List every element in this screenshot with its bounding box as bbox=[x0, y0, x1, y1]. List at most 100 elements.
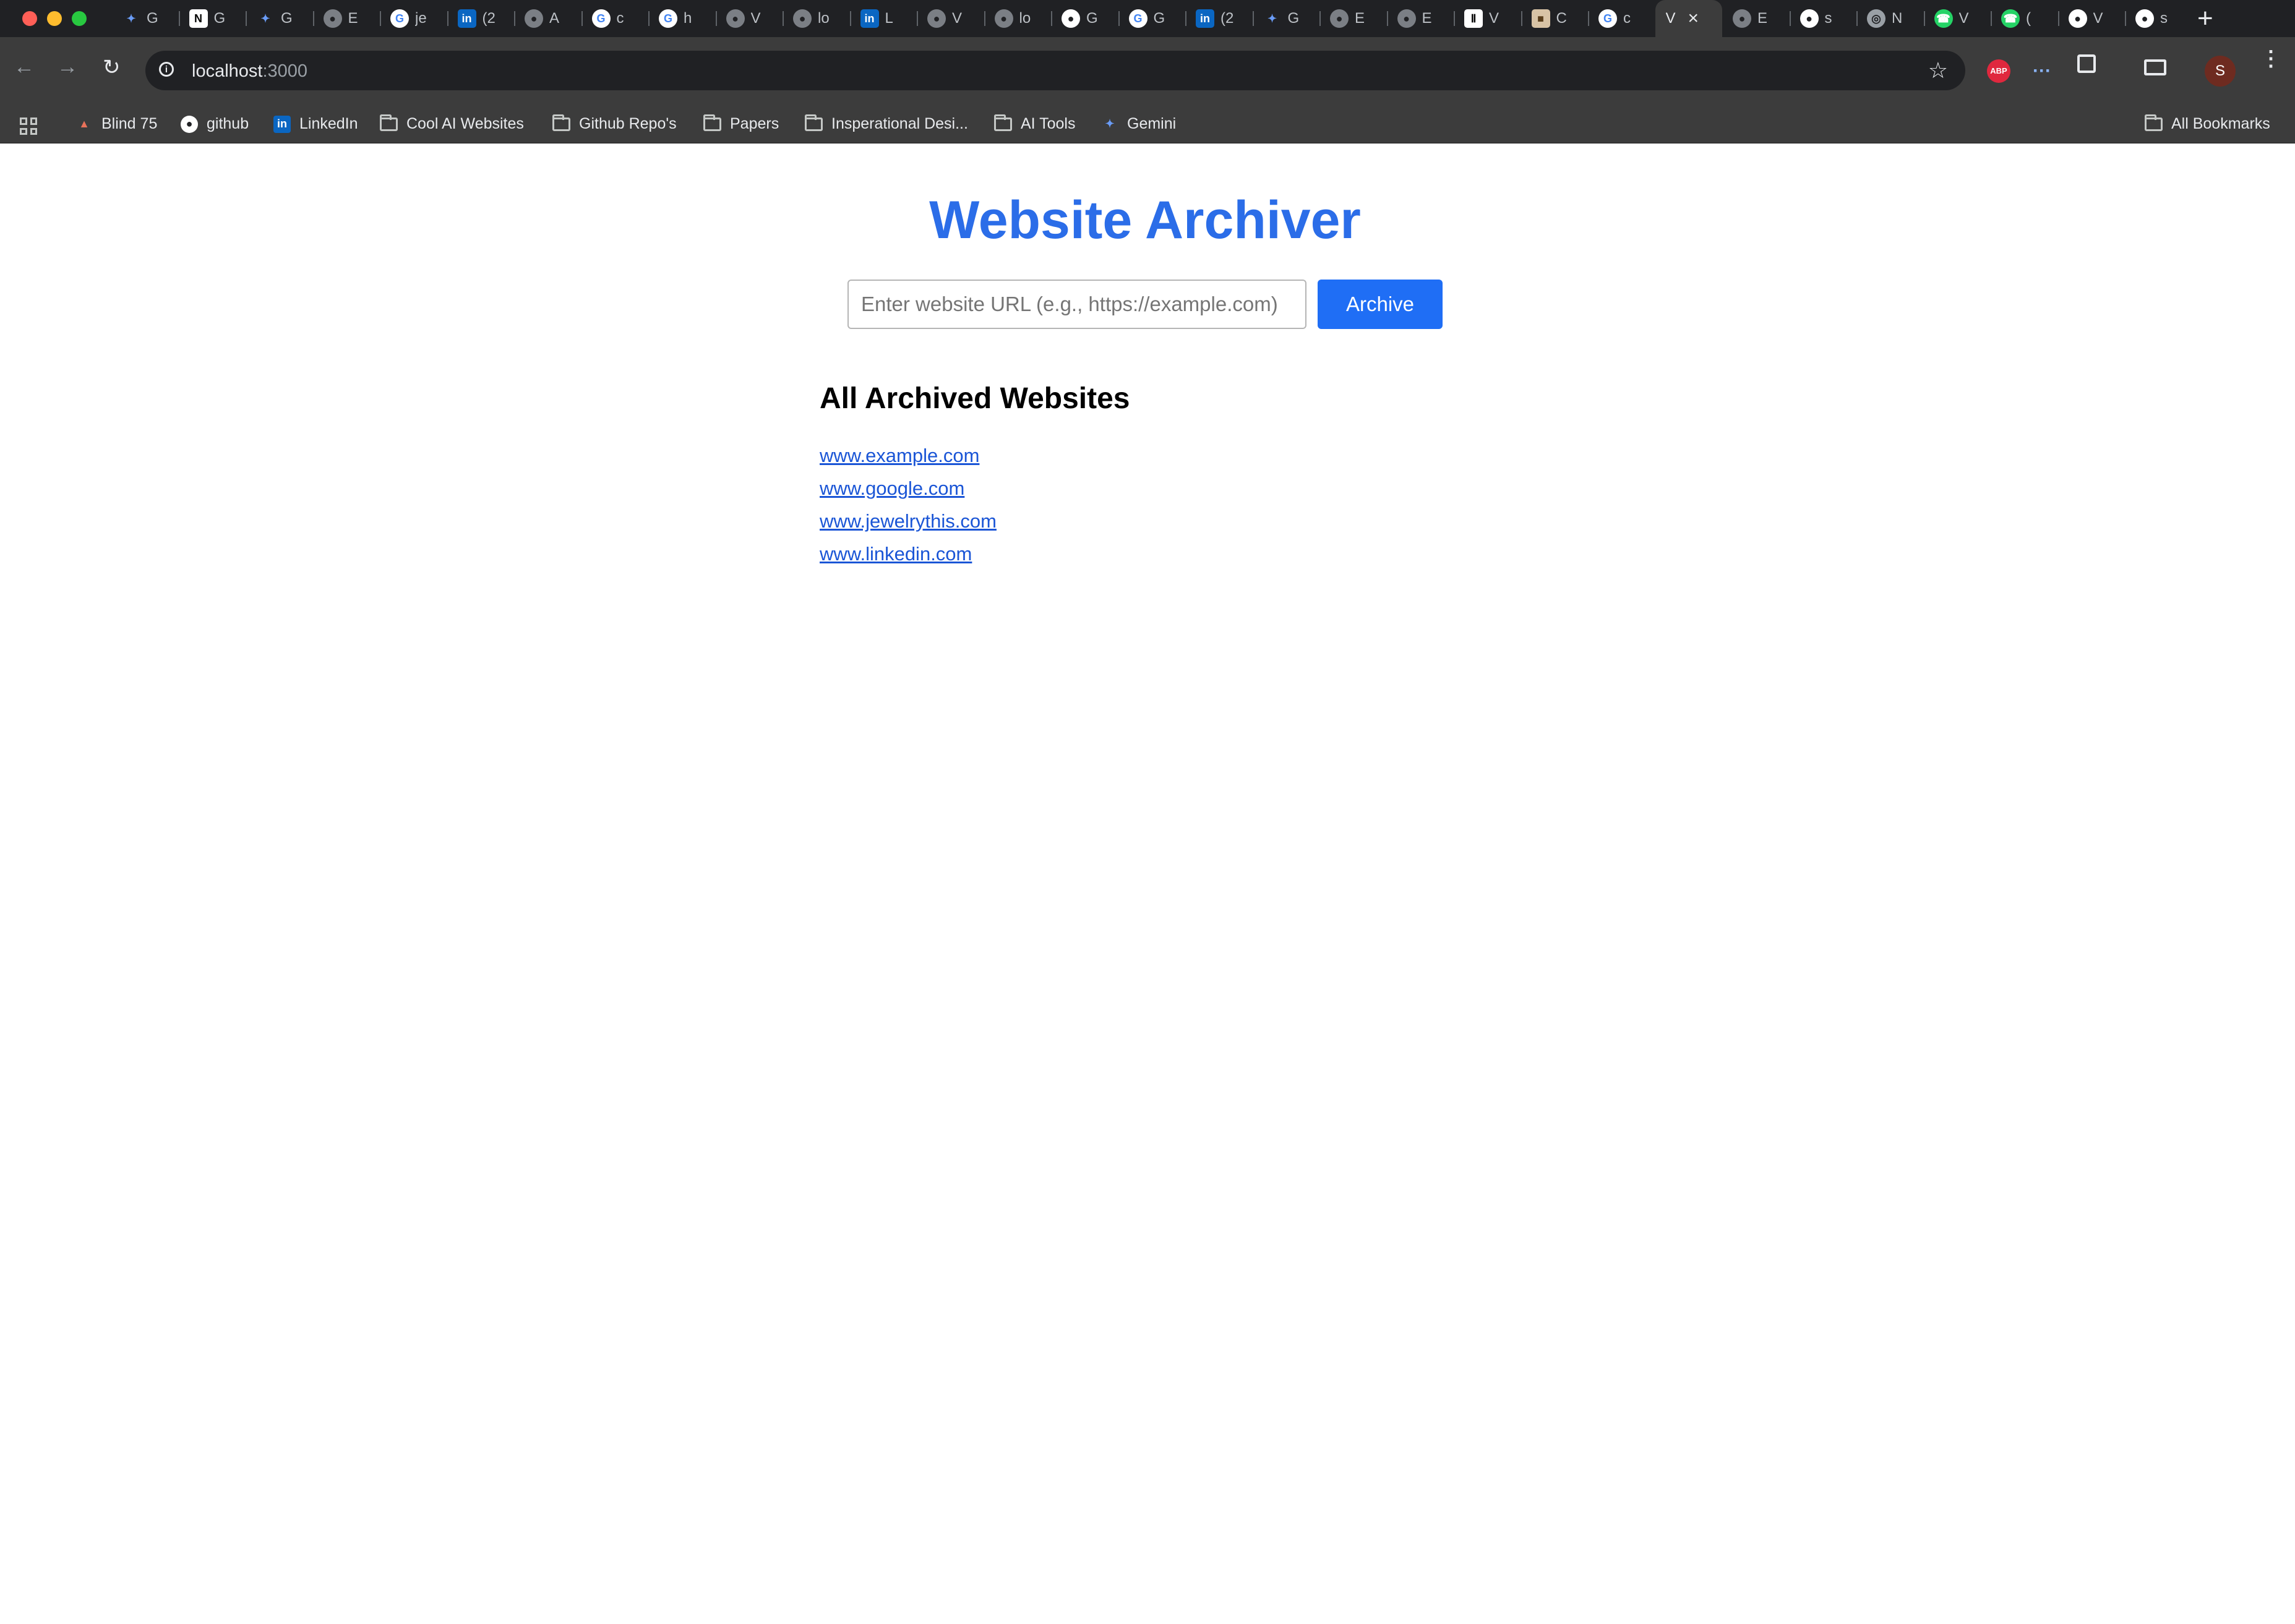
list-item: www.example.com bbox=[820, 439, 997, 472]
linkedin-icon: in bbox=[860, 9, 879, 28]
browser-tab[interactable]: ✦ G bbox=[111, 0, 179, 37]
tab-title: N bbox=[1892, 10, 1903, 27]
new-tab-button[interactable]: + bbox=[2197, 3, 2213, 34]
tab-title: h bbox=[684, 10, 692, 27]
bookmark-item[interactable]: ✦ Gemini bbox=[1101, 105, 1176, 143]
url-input[interactable] bbox=[847, 280, 1306, 329]
google-icon: G bbox=[659, 9, 677, 28]
site-info-icon[interactable]: i bbox=[159, 62, 174, 77]
browser-tab[interactable]: Gc bbox=[1588, 0, 1655, 37]
browser-tab[interactable]: ⅡV bbox=[1454, 0, 1521, 37]
tab-title: L bbox=[885, 10, 893, 27]
forward-button[interactable]: → bbox=[57, 55, 78, 79]
browser-tab[interactable]: ● s bbox=[2125, 0, 2192, 37]
browser-tab[interactable]: ● V bbox=[917, 0, 984, 37]
browser-tab[interactable]: ● E bbox=[312, 0, 380, 37]
profile-avatar[interactable]: S bbox=[2205, 56, 2236, 87]
browser-tab[interactable]: ● E bbox=[1386, 0, 1454, 37]
minimize-window-button[interactable] bbox=[47, 11, 62, 26]
apps-grid-icon[interactable] bbox=[20, 118, 37, 135]
browser-tab[interactable]: ● s bbox=[1789, 0, 1857, 37]
reload-button[interactable]: ↻ bbox=[103, 55, 121, 80]
close-window-button[interactable] bbox=[22, 11, 37, 26]
globe-icon: ● bbox=[323, 9, 342, 28]
bookmark-label: Cool AI Websites bbox=[406, 115, 524, 132]
tab-strip: ✦ G N G ✦ G ● E Gje in (2 ● A Gc Gh ● V ● lo in L ● V ● lo ● G G Gin… bbox=[0, 0, 2295, 37]
archived-site-link[interactable]: www.example.com bbox=[820, 445, 979, 466]
browser-tab[interactable]: ◎ N bbox=[1856, 0, 1924, 37]
tab-title: V bbox=[1665, 10, 1676, 27]
extensions-puzzle-icon[interactable] bbox=[2077, 54, 2096, 73]
linkedin-icon: in bbox=[273, 115, 291, 133]
all-bookmarks-button[interactable]: All Bookmarks bbox=[2145, 105, 2270, 143]
tab-title: (2 bbox=[1220, 10, 1234, 27]
bookmark-item[interactable]: Cool AI Websites bbox=[380, 105, 524, 143]
google-icon: G bbox=[1128, 9, 1148, 28]
adblock-icon[interactable]: ABP bbox=[1987, 59, 2010, 83]
browser-tab[interactable]: ● lo bbox=[783, 0, 850, 37]
archived-sites-list: www.example.com www.google.com www.jewelry… bbox=[820, 439, 997, 570]
bookmark-label: Insperational Desi... bbox=[831, 115, 968, 132]
browser-tab[interactable]: NG bbox=[178, 0, 246, 37]
bookmark-item[interactable]: ● github bbox=[181, 105, 249, 143]
browser-tab[interactable]: ● V bbox=[2057, 0, 2126, 37]
bookmark-item[interactable]: ▲ Blind 75 bbox=[75, 105, 157, 143]
browser-tab[interactable]: ● G bbox=[1051, 0, 1118, 37]
url-host: localhost bbox=[192, 61, 263, 81]
browser-tab[interactable]: ☎ V bbox=[1923, 0, 1991, 37]
google-icon: G bbox=[1598, 9, 1617, 28]
back-button[interactable]: ← bbox=[14, 55, 35, 79]
tab-title: s bbox=[1824, 10, 1832, 27]
tab-title: lo bbox=[818, 10, 830, 27]
browser-tab[interactable]: Gh bbox=[648, 0, 716, 37]
bookmark-item[interactable]: Papers bbox=[703, 105, 779, 143]
bookmark-item[interactable]: Insperational Desi... bbox=[805, 105, 968, 143]
browser-tab[interactable]: Gc bbox=[581, 0, 649, 37]
tab-title: E bbox=[1757, 10, 1768, 27]
bookmark-item[interactable]: Github Repo's bbox=[552, 105, 677, 143]
globe-icon: ● bbox=[1397, 9, 1416, 28]
archived-site-link[interactable]: www.jewelrythis.com bbox=[820, 510, 997, 532]
browser-tab[interactable]: ● E bbox=[1319, 0, 1387, 37]
tab-title: c bbox=[616, 10, 624, 27]
globe-icon: ● bbox=[994, 9, 1013, 28]
bookmark-label: Papers bbox=[730, 115, 779, 132]
browser-tab[interactable]: ● V bbox=[715, 0, 783, 37]
archived-site-link[interactable]: www.google.com bbox=[820, 477, 964, 499]
archived-site-link[interactable]: www.linkedin.com bbox=[820, 543, 972, 565]
browser-tab[interactable]: GG bbox=[1118, 0, 1186, 37]
browser-tab[interactable]: ● A bbox=[514, 0, 581, 37]
browser-tab[interactable]: ■ C bbox=[1521, 0, 1589, 37]
folder-icon bbox=[2145, 114, 2163, 131]
browser-tab[interactable]: in (2 bbox=[447, 0, 515, 37]
bookmark-item[interactable]: AI Tools bbox=[994, 105, 1075, 143]
github-icon: ● bbox=[2135, 9, 2154, 28]
archived-list-heading: All Archived Websites bbox=[820, 382, 1130, 415]
tab-title: V bbox=[952, 10, 963, 27]
tab-title: c bbox=[1623, 10, 1631, 27]
tab-search-icon[interactable] bbox=[2144, 59, 2166, 75]
zoom-window-button[interactable] bbox=[72, 11, 87, 26]
bookmark-star-icon[interactable]: ☆ bbox=[1928, 58, 1948, 83]
browser-tab[interactable]: ● E bbox=[1722, 0, 1790, 37]
browser-tab[interactable]: ● lo bbox=[984, 0, 1052, 37]
browser-tab[interactable]: ✦ G bbox=[246, 0, 313, 37]
github-icon: ● bbox=[181, 115, 198, 133]
browser-tab[interactable]: Gje bbox=[380, 0, 447, 37]
extension-more-icon[interactable]: ··· bbox=[2033, 61, 2051, 82]
bookmark-item[interactable]: in LinkedIn bbox=[273, 105, 358, 143]
browser-tab[interactable]: in (2 bbox=[1185, 0, 1253, 37]
chrome-icon: ◎ bbox=[1867, 9, 1885, 28]
archive-button[interactable]: Archive bbox=[1318, 280, 1443, 329]
menu-kebab-icon[interactable]: ⋮ bbox=[2260, 48, 2281, 69]
browser-tab[interactable]: ☎( bbox=[1991, 0, 2058, 37]
address-bar[interactable]: i localhost:3000 ☆ bbox=[145, 51, 1965, 90]
active-tab[interactable]: V × bbox=[1655, 0, 1722, 37]
notion-icon: N bbox=[189, 9, 208, 28]
browser-tab[interactable]: ✦ G bbox=[1252, 0, 1320, 37]
folder-icon bbox=[805, 114, 823, 131]
close-tab-icon[interactable]: × bbox=[1688, 8, 1699, 29]
browser-tab[interactable]: in L bbox=[849, 0, 917, 37]
globe-icon: ● bbox=[793, 9, 812, 28]
gemini-icon: ✦ bbox=[1105, 118, 1115, 130]
